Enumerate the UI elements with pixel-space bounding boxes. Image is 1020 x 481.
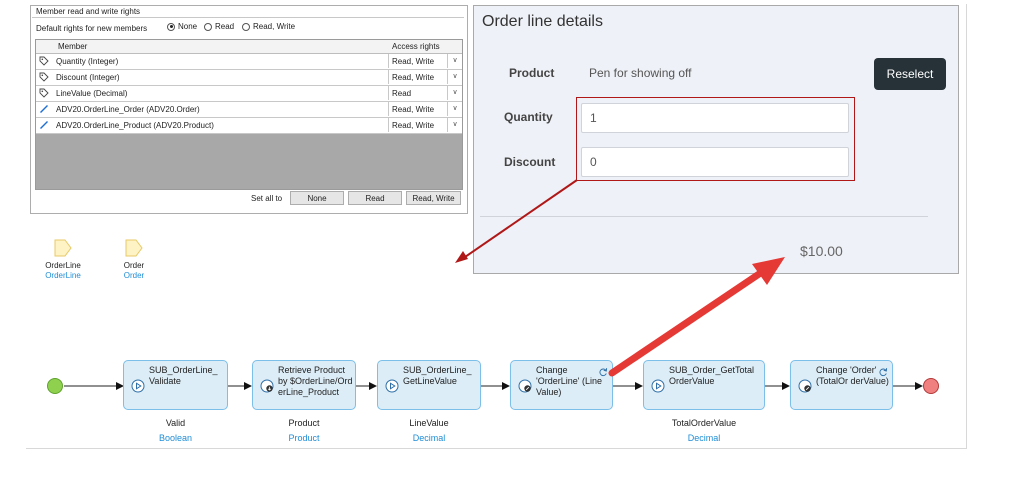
annotation-arrows [455,179,785,377]
annotation-arrow [464,179,578,258]
arrowhead-icon [752,257,785,285]
annotation-arrow [608,268,766,377]
arrowhead-icon [455,251,468,263]
